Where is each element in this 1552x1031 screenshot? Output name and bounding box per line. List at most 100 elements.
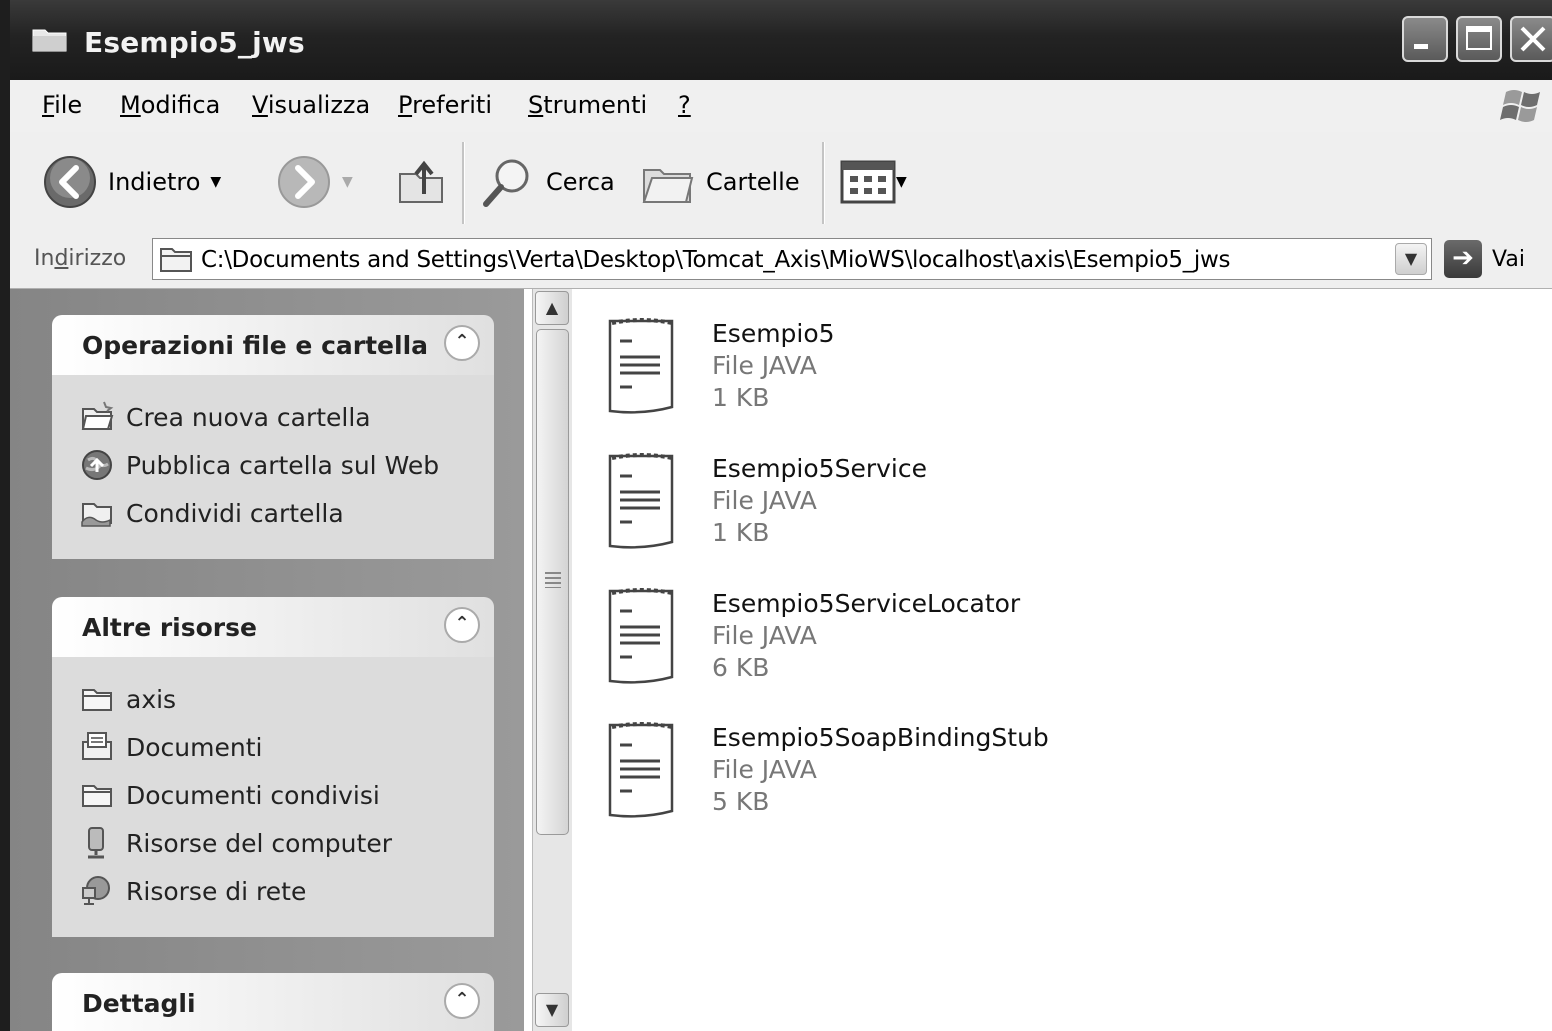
file-size: 6 KB [712,653,770,682]
minimize-button[interactable] [1402,16,1448,62]
scroll-up-icon[interactable]: ▲ [535,291,569,325]
publish-web-icon [82,450,112,480]
back-button[interactable]: Indietro ▼ [42,154,221,210]
file-name: Esempio5 [712,319,835,348]
other-places-title: Altre risorse [82,613,257,642]
task-publish-web[interactable]: Pubblica cartella sul Web [80,441,494,489]
file-item[interactable]: Esempio5SoapBindingStub File JAVA 5 KB [604,705,1404,825]
vertical-scrollbar[interactable]: ▲ ▼ [532,289,573,1031]
search-button[interactable]: Cerca [480,154,615,210]
views-dropdown-icon[interactable]: ▼ [896,174,907,190]
go-button[interactable]: ➔ Vai [1444,240,1525,278]
collapse-icon[interactable]: ⌃ [444,983,480,1019]
toolbar: Indietro ▼ ▼ Cerca Cartelle ▼ [10,132,1552,233]
network-icon [82,876,110,905]
title-bar[interactable]: Esempio5_jws [10,0,1552,80]
windows-logo-icon [1500,90,1540,122]
task-new-folder[interactable]: Crea nuova cartella [80,393,494,441]
address-label-mnemonic: d [54,246,69,271]
forward-arrow-icon [278,156,330,208]
address-field[interactable]: C:\Documents and Settings\Verta\Desktop\… [152,238,1432,280]
scroll-down-icon[interactable]: ▼ [535,993,569,1027]
place-axis[interactable]: axis [80,675,494,723]
search-label: Cerca [546,168,615,196]
task-share-folder[interactable]: Condividi cartella [80,489,494,537]
my-documents-icon [82,732,112,760]
other-places-panel: Altre risorse ⌃ axis Documenti Documenti… [52,597,494,937]
folder-icon [32,29,67,52]
menu-visualizza-mnemonic: V [252,91,268,119]
place-documenti[interactable]: Documenti [80,723,494,771]
details-title: Dettagli [82,989,196,1018]
address-path: C:\Documents and Settings\Verta\Desktop\… [201,247,1231,273]
file-name: Esempio5SoapBindingStub [712,723,1049,752]
address-label-post: irizzo [68,246,127,271]
file-tasks-panel: Operazioni file e cartella ⌃ Crea nuova … [52,315,494,559]
address-bar: Indirizzo C:\Documents and Settings\Vert… [10,232,1552,289]
collapse-icon[interactable]: ⌃ [444,607,480,643]
place-risorse-rete[interactable]: Risorse di rete [80,867,494,915]
address-label: Indirizzo [34,246,126,271]
menu-strumenti[interactable]: Strumenti [528,91,647,119]
maximize-icon [1466,26,1492,50]
details-header[interactable]: Dettagli ⌃ [52,973,494,1031]
file-list: Esempio5 File JAVA 1 KB Esempio5Service … [572,289,1552,1031]
back-dropdown-icon[interactable]: ▼ [210,174,221,190]
folders-button[interactable]: Cartelle [640,154,800,210]
file-item[interactable]: Esempio5ServiceLocator File JAVA 6 KB [604,571,1404,691]
task-label: Condividi cartella [126,498,344,528]
folders-label: Cartelle [706,168,800,196]
text-document-icon [608,722,674,818]
menu-modifica-label: odifica [140,91,221,119]
file-tasks-title: Operazioni file e cartella [82,331,429,360]
task-label: Crea nuova cartella [126,402,371,432]
collapse-icon[interactable]: ⌃ [444,325,480,361]
my-computer-icon [88,827,104,859]
forward-dropdown-icon[interactable]: ▼ [342,174,353,190]
forward-button[interactable]: ▼ [276,154,353,210]
details-panel: Dettagli ⌃ [52,973,494,1031]
up-folder-icon [399,160,443,203]
folder-icon [160,248,192,272]
file-type: File JAVA [712,621,817,650]
text-document-icon [608,453,674,549]
menu-help-mnemonic: ? [678,91,691,119]
close-button[interactable] [1510,16,1552,62]
place-label: Documenti condivisi [126,780,380,810]
maximize-button[interactable] [1456,16,1502,62]
file-type: File JAVA [712,351,817,380]
place-label: Risorse del computer [126,828,392,858]
window-title: Esempio5_jws [84,26,305,59]
menu-visualizza[interactable]: Visualizza [252,91,370,119]
menu-modifica[interactable]: Modifica [120,91,220,119]
close-icon [1520,26,1546,52]
file-tasks-header[interactable]: Operazioni file e cartella ⌃ [52,315,494,375]
file-name: Esempio5ServiceLocator [712,589,1021,618]
menu-help[interactable]: ? [678,91,691,119]
text-document-icon [608,588,674,684]
menu-strumenti-mnemonic: S [528,91,544,119]
place-label: Documenti [126,732,263,762]
text-document-icon [608,318,674,414]
place-documenti-condivisi[interactable]: Documenti condivisi [80,771,494,819]
menu-preferiti[interactable]: Preferiti [398,91,492,119]
menu-preferiti-mnemonic: P [398,91,413,119]
menu-preferiti-label: referiti [412,91,492,119]
file-size: 1 KB [712,518,770,547]
address-label-pre: In [34,246,55,271]
file-type: File JAVA [712,755,817,784]
up-folder-button[interactable] [394,154,450,210]
go-arrow-icon: ➔ [1444,240,1482,278]
back-label: Indietro [108,168,201,196]
menu-file[interactable]: File [42,91,82,119]
place-risorse-computer[interactable]: Risorse del computer [80,819,494,867]
address-dropdown-icon[interactable]: ▼ [1395,243,1427,275]
views-button[interactable]: ▼ [840,154,907,210]
other-places-header[interactable]: Altre risorse ⌃ [52,597,494,657]
scroll-thumb[interactable] [536,329,569,835]
place-label: Risorse di rete [126,876,307,906]
go-label: Vai [1492,246,1525,272]
file-item[interactable]: Esempio5Service File JAVA 1 KB [604,436,1404,556]
menu-bar: File Modifica Visualizza Preferiti Strum… [10,80,1552,133]
file-item[interactable]: Esempio5 File JAVA 1 KB [604,301,1404,421]
